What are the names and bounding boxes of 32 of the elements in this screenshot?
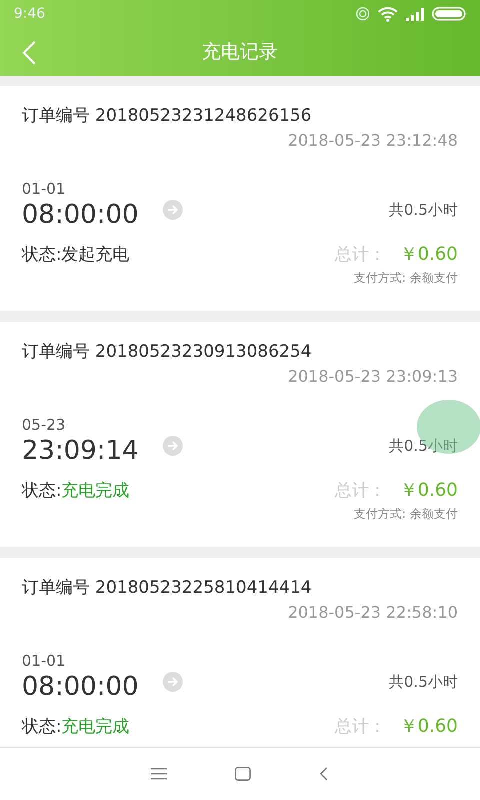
duration: 共0.5小时 [389,201,458,220]
signal-icon [406,8,424,20]
start-date: 01-01 [22,180,67,198]
duration: 共0.5小时 [389,437,458,456]
payment-method: 支付方式: 余额支付 [354,506,458,523]
status-text: 状态:充电完成 [22,480,130,502]
order-datetime: 2018-05-23 22:58:10 [288,603,458,622]
location-icon [356,7,370,21]
battery-icon [432,7,466,21]
start-time: 23:09:14 [22,436,139,466]
order-datetime: 2018-05-23 23:12:48 [288,131,458,150]
status-time: 9:46 [14,6,46,22]
order-number: 订单编号 20180523225810414414 [22,577,313,599]
total-amount: ￥0.60 [400,243,458,266]
order-datetime: 2018-05-23 23:09:13 [288,367,458,386]
payment-method: 支付方式: 余额支付 [354,270,458,287]
start-time: 08:00:00 [22,672,139,702]
home-button[interactable] [235,767,251,781]
menu-button[interactable] [151,768,167,780]
order-number: 订单编号 20180523230913086254 [22,341,313,363]
back-nav-button[interactable] [319,767,329,781]
status-text: 状态:充电完成 [22,716,130,738]
wifi-icon [378,6,398,22]
total-amount: ￥0.60 [400,715,458,738]
status-text: 状态:发起充电 [22,244,130,266]
duration: 共0.5小时 [389,673,458,692]
start-date: 01-01 [22,652,67,670]
start-date: 05-23 [22,416,67,434]
start-time: 08:00:00 [22,200,139,230]
total-amount: ￥0.60 [400,479,458,502]
page-title: 充电记录 [202,40,278,65]
order-number: 订单编号 20180523231248626156 [22,105,313,127]
